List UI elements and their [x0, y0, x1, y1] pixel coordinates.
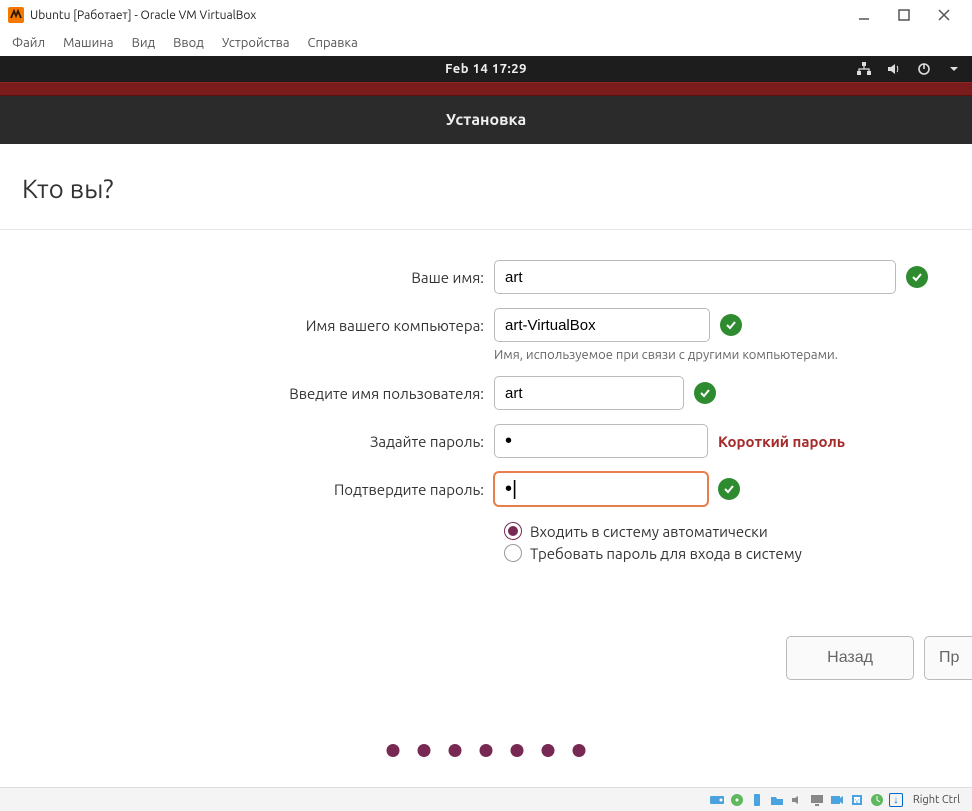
- volume-icon[interactable]: [886, 61, 902, 77]
- dot: [511, 744, 524, 757]
- close-button[interactable]: [924, 1, 964, 29]
- virtualbox-icon: [8, 7, 24, 23]
- menu-machine[interactable]: Машина: [63, 36, 114, 50]
- radio-row-autologin: Входить в систему автоматически: [504, 522, 950, 540]
- continue-button[interactable]: Пр: [924, 636, 972, 680]
- progress-dots: [387, 744, 586, 757]
- check-icon: [694, 382, 716, 404]
- usb-icon[interactable]: [749, 792, 765, 808]
- shared-folder-icon[interactable]: [769, 792, 785, 808]
- accent-strip: [0, 82, 972, 96]
- dot: [418, 744, 431, 757]
- hostkey-label: Right Ctrl: [913, 794, 966, 806]
- maximize-button[interactable]: [884, 1, 924, 29]
- dot: [480, 744, 493, 757]
- dot: [542, 744, 555, 757]
- display-icon[interactable]: [809, 792, 825, 808]
- radio-require-password[interactable]: [504, 544, 522, 562]
- confirm-input[interactable]: [494, 472, 708, 506]
- computer-input[interactable]: [494, 308, 710, 342]
- menu-input[interactable]: Ввод: [173, 36, 204, 50]
- menu-file[interactable]: Файл: [12, 36, 45, 50]
- back-button[interactable]: Назад: [786, 636, 914, 680]
- row-password: Задайте пароль: Короткий пароль: [22, 424, 950, 458]
- vb-titlebar: Ubuntu [Работает] - Oracle VM VirtualBox: [0, 0, 972, 30]
- radio-autologin[interactable]: [504, 522, 522, 540]
- radio-require-label: Требовать пароль для входа в систему: [530, 545, 802, 562]
- dot: [573, 744, 586, 757]
- password-input[interactable]: [494, 424, 708, 458]
- label-computer: Имя вашего компьютера:: [22, 317, 494, 334]
- radio-row-require: Требовать пароль для входа в систему: [504, 544, 950, 562]
- svg-text:V: V: [855, 798, 859, 805]
- label-username: Введите имя пользователя:: [22, 385, 494, 402]
- optical-icon[interactable]: [729, 792, 745, 808]
- row-name: Ваше имя:: [22, 260, 950, 294]
- computer-hint: Имя, используемое при связи с другими ко…: [494, 348, 838, 362]
- label-name: Ваше имя:: [22, 269, 494, 286]
- check-icon: [718, 478, 740, 500]
- vb-statusbar: V ↓ Right Ctrl: [0, 787, 972, 811]
- menu-view[interactable]: Вид: [132, 36, 156, 50]
- topbar-datetime[interactable]: Feb 14 17:29: [445, 62, 527, 76]
- row-computer: Имя вашего компьютера:: [22, 308, 950, 342]
- password-warning: Короткий пароль: [718, 433, 845, 450]
- processor-icon[interactable]: V: [849, 792, 865, 808]
- name-input[interactable]: [494, 260, 896, 294]
- mouse-integration-icon[interactable]: [869, 792, 885, 808]
- recording-icon[interactable]: [829, 792, 845, 808]
- installer-header: Установка: [0, 96, 972, 144]
- radio-autologin-label: Входить в систему автоматически: [530, 523, 768, 540]
- divider: [0, 229, 972, 230]
- menu-devices[interactable]: Устройства: [222, 36, 290, 50]
- network-icon[interactable]: [856, 61, 872, 77]
- audio-icon[interactable]: [789, 792, 805, 808]
- button-row: Назад Пр: [786, 636, 972, 680]
- label-password: Задайте пароль:: [22, 433, 494, 450]
- check-icon: [906, 266, 928, 288]
- username-input[interactable]: [494, 376, 684, 410]
- installer-body: Кто вы? Ваше имя: Имя вашего компьютера:…: [0, 144, 972, 704]
- installer-title: Установка: [446, 111, 526, 129]
- hostkey-icon: ↓: [889, 793, 903, 807]
- window-title: Ubuntu [Работает] - Oracle VM VirtualBox: [30, 9, 256, 22]
- check-icon: [720, 314, 742, 336]
- minimize-button[interactable]: [844, 1, 884, 29]
- menu-help[interactable]: Справка: [308, 36, 358, 50]
- page-heading: Кто вы?: [22, 174, 950, 203]
- vb-menubar: Файл Машина Вид Ввод Устройства Справка: [0, 30, 972, 56]
- power-icon[interactable]: [916, 61, 932, 77]
- user-form: Ваше имя: Имя вашего компьютера: Имя, ис…: [22, 260, 950, 506]
- gnome-topbar: Feb 14 17:29: [0, 56, 972, 82]
- dot: [387, 744, 400, 757]
- dot: [449, 744, 462, 757]
- hdd-icon[interactable]: [709, 792, 725, 808]
- label-confirm: Подтвердите пароль:: [22, 481, 494, 498]
- chevron-down-icon[interactable]: [946, 61, 962, 77]
- row-username: Введите имя пользователя:: [22, 376, 950, 410]
- row-confirm: Подтвердите пароль:: [22, 472, 950, 506]
